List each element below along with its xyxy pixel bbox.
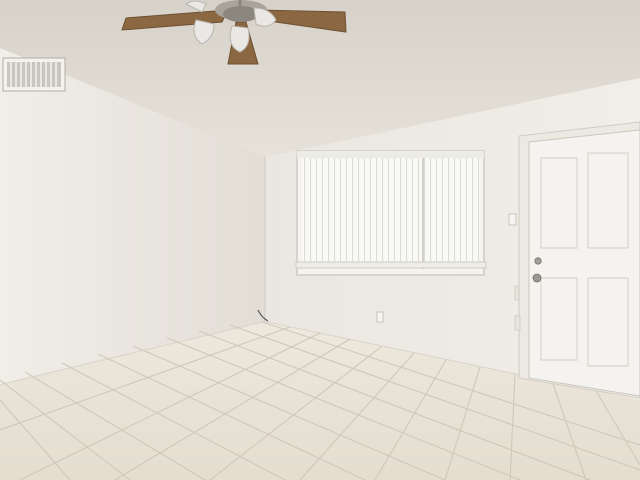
door-knob-icon[interactable]	[532, 273, 542, 283]
room-scene	[0, 0, 640, 480]
wall-outlet-icon	[376, 311, 384, 323]
thermostat	[514, 315, 521, 331]
window-blinds	[295, 150, 487, 276]
light-switch-icon	[508, 213, 517, 226]
air-vent-icon	[2, 57, 66, 92]
door-stop	[514, 285, 520, 301]
entry-door[interactable]	[528, 129, 640, 397]
deadbolt-icon	[534, 257, 542, 265]
room-photo	[0, 0, 640, 480]
